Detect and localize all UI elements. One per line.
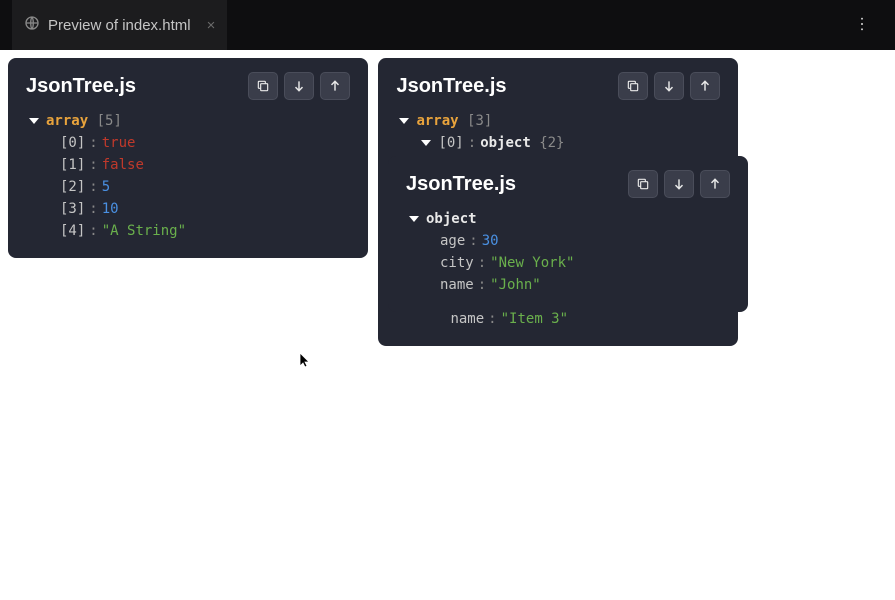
json-panel-1: JsonTree.js array [5] [0]:true [1]:false… [8, 58, 368, 258]
expand-button[interactable] [284, 72, 314, 100]
collapse-button[interactable] [690, 72, 720, 100]
panel-header: JsonTree.js [26, 72, 350, 100]
tab-bar: Preview of index.html × ⋯ [0, 0, 895, 50]
panel-title: JsonTree.js [26, 75, 248, 98]
copy-button[interactable] [248, 72, 278, 100]
globe-icon [24, 15, 40, 35]
preview-content: JsonTree.js array [5] [0]:true [1]:false… [0, 50, 895, 362]
key-label: age [440, 230, 465, 252]
panel-title: JsonTree.js [396, 75, 618, 98]
type-label: array [416, 110, 458, 132]
tree-row[interactable]: [1]:false [26, 154, 350, 176]
value-string: "A String" [102, 220, 186, 242]
tree-row[interactable]: name:"John" [406, 274, 730, 296]
collapse-button[interactable] [700, 170, 730, 198]
preview-tab[interactable]: Preview of index.html × [12, 0, 227, 50]
expand-button[interactable] [654, 72, 684, 100]
key-label: name [440, 274, 474, 296]
copy-button[interactable] [628, 170, 658, 198]
value-number: 30 [482, 230, 499, 252]
count-label: [5] [97, 110, 122, 132]
tree-root[interactable]: array [5] [26, 110, 350, 132]
tree-row[interactable]: age:30 [406, 230, 730, 252]
type-label: object [426, 208, 477, 230]
panel-header: JsonTree.js [406, 170, 730, 198]
index-label: [0] [60, 132, 85, 154]
chevron-down-icon[interactable] [26, 113, 42, 129]
type-label: object [480, 132, 531, 154]
tree: object age:30 city:"New York" name:"John… [406, 208, 730, 296]
tree-row[interactable]: [0]:true [26, 132, 350, 154]
panel-header: JsonTree.js [396, 72, 720, 100]
count-label: {2} [539, 132, 564, 154]
chevron-down-icon[interactable] [396, 113, 412, 129]
chevron-down-icon[interactable] [406, 211, 422, 227]
value-string: "John" [490, 274, 541, 296]
value-number: 5 [102, 176, 110, 198]
index-label: [3] [60, 198, 85, 220]
tree-row[interactable]: [2]:5 [26, 176, 350, 198]
tree-row[interactable]: [0]: object {2} [396, 132, 720, 154]
value-number: 10 [102, 198, 119, 220]
copy-button[interactable] [618, 72, 648, 100]
key-label: city [440, 252, 474, 274]
index-label: [2] [60, 176, 85, 198]
collapse-button[interactable] [320, 72, 350, 100]
value-true: true [102, 132, 136, 154]
expand-button[interactable] [664, 170, 694, 198]
value-string: "New York" [490, 252, 574, 274]
panel-title: JsonTree.js [406, 173, 628, 196]
tree-root[interactable]: object [406, 208, 730, 230]
tree: array [5] [0]:true [1]:false [2]:5 [3]:1… [26, 110, 350, 242]
panel-controls [628, 170, 730, 198]
close-icon[interactable]: × [207, 17, 216, 34]
chevron-down-icon[interactable] [418, 135, 434, 151]
more-menu-icon[interactable]: ⋯ [852, 4, 872, 46]
tree-row[interactable]: [3]:10 [26, 198, 350, 220]
type-label: array [46, 110, 88, 132]
value-false: false [102, 154, 144, 176]
json-panel-3: JsonTree.js object age:30 city:"New York… [388, 156, 748, 312]
cursor-icon [298, 352, 314, 373]
tree-row[interactable]: city:"New York" [406, 252, 730, 274]
count-label: [3] [467, 110, 492, 132]
tree-row[interactable]: [4]:"A String" [26, 220, 350, 242]
index-label: [4] [60, 220, 85, 242]
index-label: [1] [60, 154, 85, 176]
tab-title: Preview of index.html [48, 17, 191, 34]
tree-root[interactable]: array [3] [396, 110, 720, 132]
panel-controls [618, 72, 720, 100]
index-label: [0] [438, 132, 463, 154]
panel-controls [248, 72, 350, 100]
